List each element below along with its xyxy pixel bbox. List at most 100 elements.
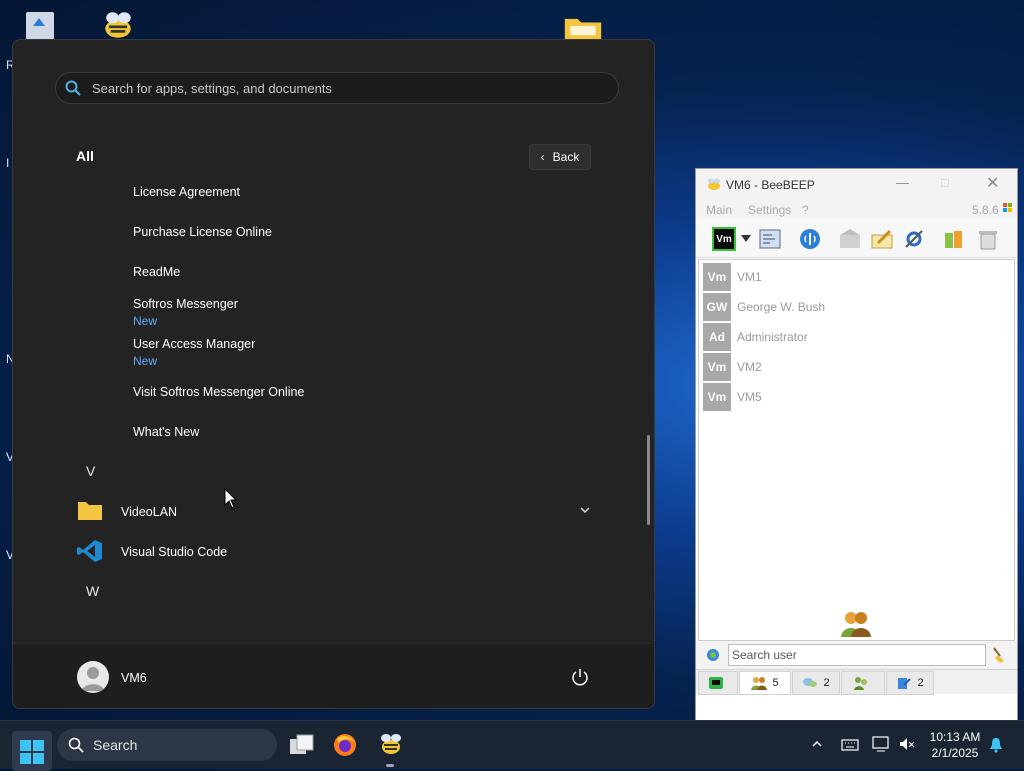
clock[interactable]: 10:13 AM 2/1/2025 [920, 729, 990, 761]
back-button[interactable]: ‹ Back [529, 144, 591, 170]
title-bar[interactable]: VM6 - BeeBEEP — □ ✕ [696, 169, 1017, 199]
list-item-label: Softros Messenger [133, 297, 238, 311]
users-icon [751, 677, 768, 690]
app-item-label: Visual Studio Code [121, 545, 228, 559]
user-row[interactable]: Vm VM2 [703, 353, 1003, 381]
trash-icon[interactable] [976, 227, 1000, 251]
taskbar-search-label: Search [93, 737, 138, 753]
tab-groups[interactable] [841, 671, 885, 695]
list-item[interactable]: Softros Messenger New [133, 297, 238, 328]
group-icon [853, 677, 867, 690]
start-search-input[interactable] [90, 76, 594, 100]
search-bar [696, 641, 1017, 669]
mouse-cursor-icon [224, 488, 238, 509]
scrollbar-thumb[interactable] [647, 435, 650, 525]
menu-main[interactable]: Main [706, 203, 732, 217]
tab-count: 2 [823, 677, 830, 689]
list-item[interactable]: ReadMe [133, 265, 180, 279]
status-button[interactable]: Vm [712, 227, 736, 251]
list-item[interactable]: Purchase License Online [133, 225, 272, 239]
network-icon [707, 649, 719, 661]
windows-flag-icon [1003, 203, 1012, 212]
chevron-down-icon[interactable] [579, 505, 591, 515]
tab-home[interactable] [698, 671, 738, 695]
letter-header[interactable]: V [86, 463, 95, 479]
mail-icon[interactable] [838, 227, 862, 251]
list-item[interactable]: What's New [133, 425, 199, 439]
avatar[interactable] [77, 661, 109, 693]
letter-header[interactable]: W [86, 583, 99, 599]
start-search-box[interactable] [55, 72, 619, 104]
search-icon [65, 80, 81, 96]
menu-bar: Main Settings ? 5.8.6 [696, 199, 1017, 219]
user-badge: Ad [703, 323, 731, 351]
app-item-videolan[interactable]: VideoLAN [13, 493, 613, 529]
running-indicator [386, 764, 394, 767]
recycle-bin-icon[interactable] [20, 6, 60, 40]
firefox-icon[interactable] [333, 733, 357, 757]
dropdown-arrow-icon[interactable] [741, 235, 751, 243]
task-view-icon[interactable] [289, 734, 315, 756]
start-menu: All ‹ Back License Agreement Purchase Li… [12, 39, 655, 709]
list-item-label: What's New [133, 425, 200, 439]
taskbar-search[interactable]: Search [57, 729, 277, 761]
chevron-left-icon: ‹ [540, 150, 545, 164]
beebeep-desktop-icon[interactable] [98, 8, 138, 42]
vscode-icon [77, 540, 102, 562]
list-item[interactable]: User Access Manager New [133, 337, 255, 368]
user-row[interactable]: Vm VM5 [703, 383, 1003, 411]
menu-help[interactable]: ? [802, 203, 809, 217]
chat-bubbles-icon [803, 678, 818, 687]
user-badge: Vm [703, 353, 731, 381]
tab-users[interactable]: 5 [739, 671, 791, 695]
list-item[interactable]: Visit Softros Messenger Online [133, 385, 304, 399]
clock-time: 10:13 AM [929, 730, 981, 744]
user-name: Administrator [737, 330, 808, 344]
user-row[interactable]: Ad Administrator [703, 323, 1003, 351]
plugins-icon[interactable] [942, 227, 966, 251]
volume-muted-icon[interactable] [899, 737, 915, 751]
start-button[interactable] [12, 731, 52, 771]
chevron-up-icon[interactable] [811, 739, 823, 749]
user-row[interactable]: Vm VM1 [703, 263, 1003, 291]
notification-bell-icon[interactable] [989, 737, 1003, 753]
user-badge: GW [703, 293, 731, 321]
file-transfer-icon [898, 678, 912, 689]
maximize-button[interactable]: □ [941, 175, 949, 190]
home-screen-icon [708, 677, 723, 689]
user-name: George W. Bush [737, 300, 826, 314]
close-button[interactable]: ✕ [986, 173, 999, 193]
users-group-icon [841, 612, 871, 637]
broadcast-icon[interactable] [798, 227, 822, 251]
beebeep-window: VM6 - BeeBEEP — □ ✕ Main Settings ? 5.8.… [695, 168, 1018, 722]
menu-settings[interactable]: Settings [748, 203, 791, 217]
new-badge: New [133, 314, 158, 328]
profile-card-icon[interactable] [758, 227, 782, 251]
desktop-label-fragment: I [6, 156, 10, 170]
note-edit-icon[interactable] [870, 227, 894, 251]
search-user-input[interactable] [728, 644, 986, 666]
tab-chats[interactable]: 2 [792, 671, 840, 695]
minimize-button[interactable]: — [896, 175, 909, 190]
list-item-label: Purchase License Online [133, 225, 272, 239]
list-item[interactable]: License Agreement [133, 185, 240, 199]
tools-icon[interactable] [902, 227, 926, 251]
clear-broom-icon[interactable] [990, 646, 1006, 664]
start-footer: VM6 [13, 643, 654, 708]
section-title: All [76, 148, 94, 164]
user-badge: Vm [703, 383, 731, 411]
user-name[interactable]: VM6 [121, 671, 147, 685]
power-icon[interactable] [571, 668, 589, 686]
list-item-label: License Agreement [133, 185, 241, 199]
user-row[interactable]: GW George W. Bush [703, 293, 1003, 321]
window-title: VM6 - BeeBEEP [726, 178, 815, 192]
search-icon [68, 737, 84, 753]
keyboard-icon[interactable] [841, 739, 859, 751]
new-badge: New [133, 354, 158, 368]
app-item-vscode[interactable]: Visual Studio Code [13, 533, 613, 569]
beebeep-taskbar-icon[interactable] [378, 732, 404, 756]
status-badge: Vm [716, 233, 732, 245]
tab-files[interactable]: 2 [886, 671, 934, 695]
tab-count: 5 [772, 677, 779, 689]
network-tray-icon[interactable] [872, 736, 890, 752]
